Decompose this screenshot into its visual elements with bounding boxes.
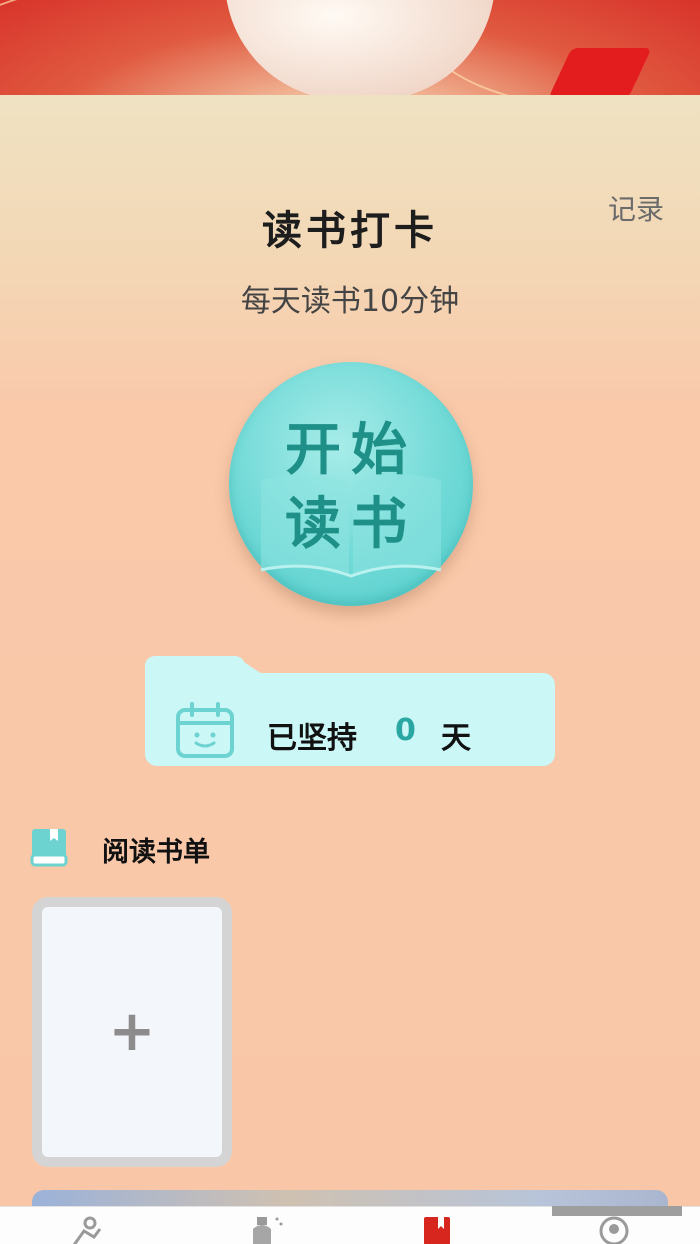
streak-count: 0 <box>395 713 416 748</box>
calendar-smile-icon <box>176 702 234 758</box>
streak-card: 已坚持 0 天 <box>145 656 555 766</box>
tab-reading[interactable] <box>407 1215 467 1244</box>
page-title: 读书打卡 <box>262 208 438 254</box>
bookmark-book-icon <box>424 1217 450 1244</box>
start-reading-button[interactable]: 开始 读书 <box>229 362 473 606</box>
hero-banner-image <box>0 0 700 110</box>
reading-list-title: 阅读书单 <box>102 837 210 868</box>
home-indicator <box>552 1206 682 1216</box>
tab-exercise[interactable] <box>57 1215 117 1244</box>
card-body: 已坚持 0 天 <box>145 673 555 766</box>
streak-label: 已坚持 <box>267 721 357 756</box>
start-reading-label: 开始 读书 <box>229 414 473 562</box>
tab-profile[interactable] <box>584 1215 644 1244</box>
tab-bottle[interactable] <box>232 1215 292 1244</box>
streak-unit: 天 <box>441 721 471 756</box>
book-stack-icon <box>30 829 68 867</box>
exercise-icon <box>72 1216 102 1244</box>
plus-icon: + <box>108 999 156 1064</box>
profile-icon <box>599 1216 629 1244</box>
add-book-button[interactable]: + <box>32 897 232 1167</box>
bottle-icon <box>253 1217 283 1244</box>
start-label-line1: 开始 <box>285 418 417 483</box>
start-label-line2: 读书 <box>285 492 417 557</box>
page-subtitle: 每天读书10分钟 <box>240 284 460 319</box>
